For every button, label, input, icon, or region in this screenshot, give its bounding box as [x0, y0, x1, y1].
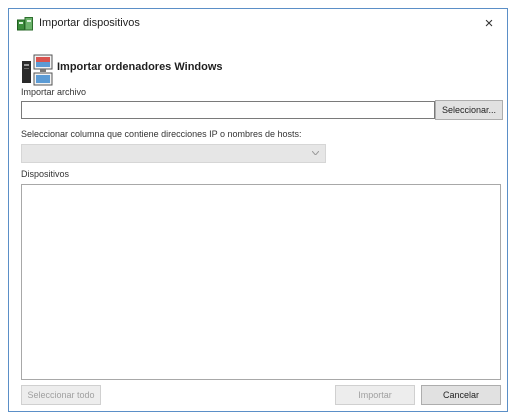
close-icon: × [484, 15, 494, 32]
file-label: Importar archivo [21, 87, 87, 97]
file-path-input[interactable] [21, 101, 435, 119]
import-devices-dialog: Importar dispositivos × Importar ordenad… [8, 8, 508, 412]
column-label: Seleccionar columna que contiene direcci… [21, 129, 302, 139]
import-button[interactable]: Importar [335, 385, 415, 405]
computers-import-icon [22, 54, 53, 86]
column-select[interactable] [21, 144, 326, 163]
select-all-button[interactable]: Seleccionar todo [21, 385, 101, 405]
window-title: Importar dispositivos [39, 17, 140, 29]
devices-list[interactable] [21, 184, 501, 380]
browse-button[interactable]: Seleccionar... [435, 100, 503, 120]
app-icon [17, 17, 33, 31]
title-bar: Importar dispositivos × [9, 9, 507, 39]
chevron-down-icon [312, 151, 319, 155]
cancel-button[interactable]: Cancelar [421, 385, 501, 405]
header-title: Importar ordenadores Windows [57, 61, 223, 73]
devices-label: Dispositivos [21, 169, 70, 179]
close-button[interactable]: × [471, 9, 507, 39]
